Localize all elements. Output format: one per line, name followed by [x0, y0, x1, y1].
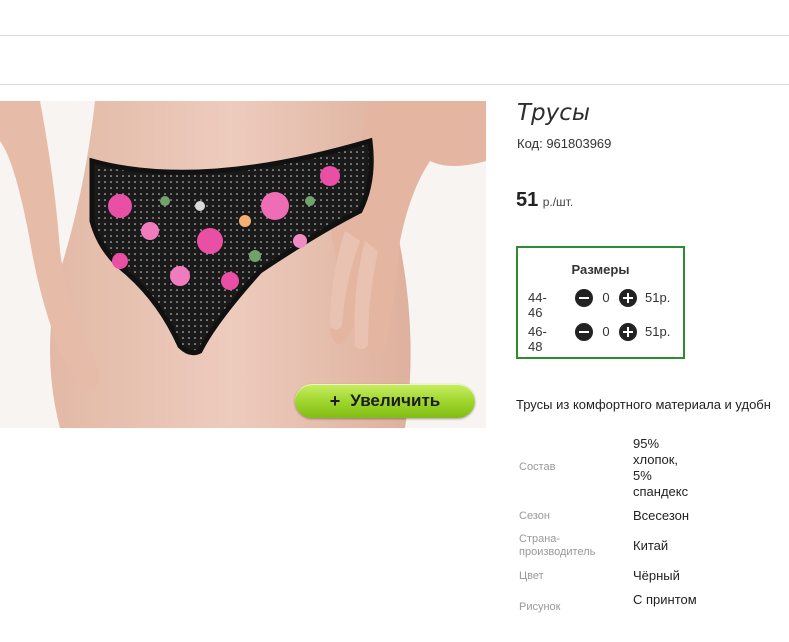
product-price: 51 р./шт.	[516, 189, 573, 212]
top-divider	[0, 35, 789, 36]
product-description: Трусы из комфортного материала и удобн	[516, 397, 771, 412]
sizes-title: Размеры	[571, 262, 630, 277]
minus-circle-icon	[579, 331, 589, 333]
product-image[interactable]	[0, 101, 486, 428]
spec-label-country: Страна-производитель	[519, 533, 596, 558]
plus-circle-icon-vertical	[627, 327, 629, 337]
size-quantity: 0	[602, 324, 610, 339]
zoom-button[interactable]: + Увеличить	[295, 384, 475, 418]
spec-label-color: Цвет	[519, 570, 544, 582]
decrease-quantity-button[interactable]	[575, 289, 593, 307]
nav-divider	[0, 84, 789, 85]
spec-value-country: Китай	[633, 538, 669, 553]
plus-circle-icon-vertical	[627, 293, 629, 303]
minus-circle-icon	[579, 297, 589, 299]
size-name: 44-46	[528, 290, 547, 320]
spec-value-season: Всесезон	[633, 508, 690, 523]
increase-quantity-button[interactable]	[619, 289, 637, 307]
spec-value-composition: 95% хлопок, 5% спандекс	[633, 436, 689, 499]
product-title: Трусы	[517, 100, 591, 126]
spec-label-season: Сезон	[519, 510, 550, 522]
size-price: 51р.	[645, 290, 671, 305]
product-code: Код: 961803969	[517, 136, 612, 151]
spec-value-pattern: С принтом	[633, 592, 697, 607]
spec-value-color: Чёрный	[633, 568, 680, 583]
decrease-quantity-button[interactable]	[575, 323, 593, 341]
size-name: 46-48	[528, 324, 547, 354]
price-unit: р./шт.	[542, 195, 574, 209]
sizes-box: Размеры 44-46 0 51р. 46-48 0 51р.	[516, 246, 685, 359]
zoom-button-label: Увеличить	[350, 391, 441, 410]
spec-label-composition: Состав	[519, 461, 556, 473]
spec-label-pattern: Рисунок	[519, 601, 561, 613]
plus-icon: +	[329, 390, 341, 411]
increase-quantity-button[interactable]	[619, 323, 637, 341]
product-photo-illustration	[0, 101, 486, 428]
price-value: 51	[516, 189, 539, 211]
size-price: 51р.	[645, 324, 671, 339]
size-quantity: 0	[602, 290, 610, 305]
